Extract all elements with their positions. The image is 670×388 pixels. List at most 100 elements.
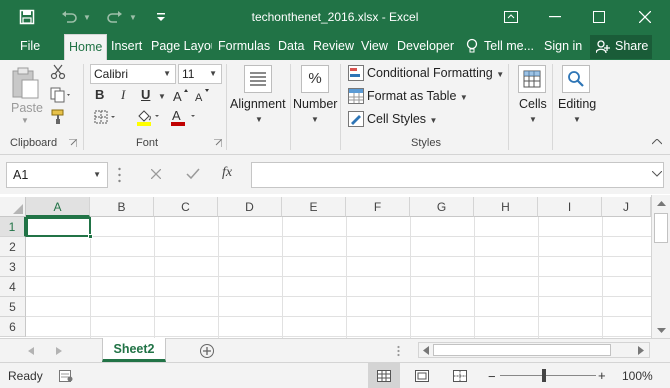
share-button[interactable]: Share bbox=[590, 35, 652, 59]
editing-dropdown-icon[interactable]: ▼ bbox=[573, 115, 581, 124]
cells-dropdown-icon[interactable]: ▼ bbox=[529, 115, 537, 124]
zoom-in-icon[interactable]: + bbox=[598, 368, 606, 383]
tab-formulas[interactable]: Formulas bbox=[214, 34, 274, 60]
tab-home[interactable]: Home bbox=[64, 34, 108, 61]
tab-data[interactable]: Data bbox=[274, 34, 308, 60]
insert-function-button[interactable]: fx bbox=[222, 165, 232, 181]
vertical-scrollbar[interactable] bbox=[651, 195, 670, 338]
macro-record-icon[interactable] bbox=[59, 370, 73, 382]
conditional-formatting-icon[interactable] bbox=[348, 65, 364, 81]
tab-insert[interactable]: Insert bbox=[107, 34, 146, 60]
row-header-2[interactable]: 2 bbox=[0, 237, 26, 257]
page-break-view-icon[interactable] bbox=[453, 370, 467, 382]
font-launcher-icon[interactable] bbox=[214, 139, 222, 147]
tab-view[interactable]: View bbox=[357, 34, 392, 60]
scroll-left-icon[interactable] bbox=[423, 346, 429, 355]
collapse-ribbon-icon[interactable] bbox=[652, 139, 662, 145]
tab-page-layout[interactable]: Page Layout bbox=[147, 34, 212, 60]
fill-handle[interactable] bbox=[88, 234, 93, 239]
tab-review[interactable]: Review bbox=[309, 34, 358, 60]
paste-dropdown-icon[interactable]: ▼ bbox=[21, 116, 29, 125]
column-header-h[interactable]: H bbox=[474, 197, 538, 217]
copy-icon[interactable] bbox=[50, 87, 72, 103]
row-header-3[interactable]: 3 bbox=[0, 257, 26, 277]
cell-styles-button[interactable]: Cell Styles ▼ bbox=[367, 112, 437, 126]
prev-sheet-icon[interactable] bbox=[28, 347, 34, 355]
expand-formula-bar-icon[interactable] bbox=[652, 171, 662, 177]
underline-dropdown-icon[interactable]: ▼ bbox=[158, 92, 166, 101]
page-layout-view-icon[interactable] bbox=[415, 370, 429, 382]
decrease-font-icon[interactable]: A bbox=[195, 87, 211, 103]
column-header-g[interactable]: G bbox=[410, 197, 474, 217]
zoom-slider[interactable] bbox=[500, 375, 596, 376]
horizontal-scroll-thumb[interactable] bbox=[433, 344, 611, 356]
column-header-a[interactable]: A bbox=[26, 197, 90, 217]
zoom-level[interactable]: 100% bbox=[622, 369, 653, 383]
italic-button[interactable]: I bbox=[121, 87, 125, 103]
font-name-select[interactable]: Calibri ▼ bbox=[90, 64, 176, 84]
lightbulb-icon[interactable] bbox=[466, 38, 478, 54]
conditional-formatting-button[interactable]: Conditional Formatting ▼ bbox=[367, 66, 504, 80]
sign-in-link[interactable]: Sign in bbox=[540, 34, 586, 60]
scroll-right-icon[interactable] bbox=[638, 346, 644, 355]
number-format-icon[interactable]: % bbox=[301, 65, 329, 93]
format-as-table-button[interactable]: Format as Table ▼ bbox=[367, 89, 468, 103]
active-cell-a1[interactable] bbox=[26, 217, 91, 237]
zoom-out-icon[interactable]: − bbox=[488, 369, 496, 384]
cancel-entry-icon[interactable] bbox=[151, 169, 161, 179]
tab-file[interactable]: File bbox=[16, 34, 44, 60]
paste-icon[interactable] bbox=[10, 66, 40, 100]
sheet-tab[interactable]: Sheet2 bbox=[102, 338, 166, 362]
row-header-5[interactable]: 5 bbox=[0, 297, 26, 317]
clipboard-launcher-icon[interactable] bbox=[69, 139, 77, 147]
alignment-icon[interactable] bbox=[244, 65, 272, 93]
vertical-scroll-thumb[interactable] bbox=[654, 213, 668, 243]
minimize-icon[interactable] bbox=[544, 7, 566, 27]
underline-button[interactable]: U bbox=[141, 87, 150, 102]
increase-font-icon[interactable]: A bbox=[173, 87, 189, 103]
format-as-table-icon[interactable] bbox=[348, 88, 364, 104]
column-header-d[interactable]: D bbox=[218, 197, 282, 217]
column-header-j[interactable]: J bbox=[602, 197, 651, 217]
close-icon[interactable] bbox=[634, 7, 656, 27]
enter-entry-icon[interactable] bbox=[186, 168, 200, 180]
ribbon-display-options-icon[interactable] bbox=[500, 7, 522, 27]
worksheet-grid[interactable]: ABCDEFGHIJ 123456 bbox=[0, 195, 670, 338]
row-header-6[interactable]: 6 bbox=[0, 317, 26, 337]
paste-label[interactable]: Paste bbox=[11, 101, 43, 115]
alignment-dropdown-icon[interactable]: ▼ bbox=[255, 115, 263, 124]
tab-developer[interactable]: Developer bbox=[393, 34, 458, 60]
font-color-icon[interactable]: A bbox=[170, 108, 200, 126]
number-dropdown-icon[interactable]: ▼ bbox=[311, 115, 319, 124]
horizontal-scrollbar[interactable] bbox=[418, 342, 650, 358]
select-all-button[interactable] bbox=[0, 197, 26, 217]
cells-label[interactable]: Cells bbox=[519, 97, 547, 111]
cells-icon[interactable] bbox=[518, 65, 546, 93]
bold-button[interactable]: B bbox=[95, 87, 104, 102]
editing-label[interactable]: Editing bbox=[558, 97, 596, 111]
column-header-f[interactable]: F bbox=[346, 197, 410, 217]
column-header-c[interactable]: C bbox=[154, 197, 218, 217]
row-header-4[interactable]: 4 bbox=[0, 277, 26, 297]
next-sheet-icon[interactable] bbox=[56, 347, 62, 355]
column-header-e[interactable]: E bbox=[282, 197, 346, 217]
name-box[interactable]: A1 ▼ bbox=[6, 162, 108, 188]
scroll-down-icon[interactable] bbox=[657, 328, 666, 334]
alignment-label[interactable]: Alignment bbox=[230, 97, 286, 111]
cell-styles-icon[interactable] bbox=[348, 111, 364, 127]
new-sheet-icon[interactable] bbox=[199, 343, 215, 359]
fill-color-icon[interactable] bbox=[136, 108, 162, 126]
normal-view-button[interactable] bbox=[368, 363, 400, 388]
number-label[interactable]: Number bbox=[293, 97, 337, 111]
format-painter-icon[interactable] bbox=[50, 109, 66, 125]
maximize-icon[interactable] bbox=[588, 7, 610, 27]
editing-icon[interactable] bbox=[562, 65, 590, 93]
font-size-select[interactable]: 11 ▼ bbox=[178, 64, 222, 84]
column-header-b[interactable]: B bbox=[90, 197, 154, 217]
more-options-icon[interactable] bbox=[118, 167, 121, 183]
column-header-i[interactable]: I bbox=[538, 197, 602, 217]
borders-icon[interactable] bbox=[94, 110, 118, 124]
row-header-1[interactable]: 1 bbox=[0, 217, 26, 237]
tell-me-box[interactable]: Tell me... bbox=[480, 34, 538, 60]
tab-split-handle[interactable] bbox=[397, 345, 400, 357]
